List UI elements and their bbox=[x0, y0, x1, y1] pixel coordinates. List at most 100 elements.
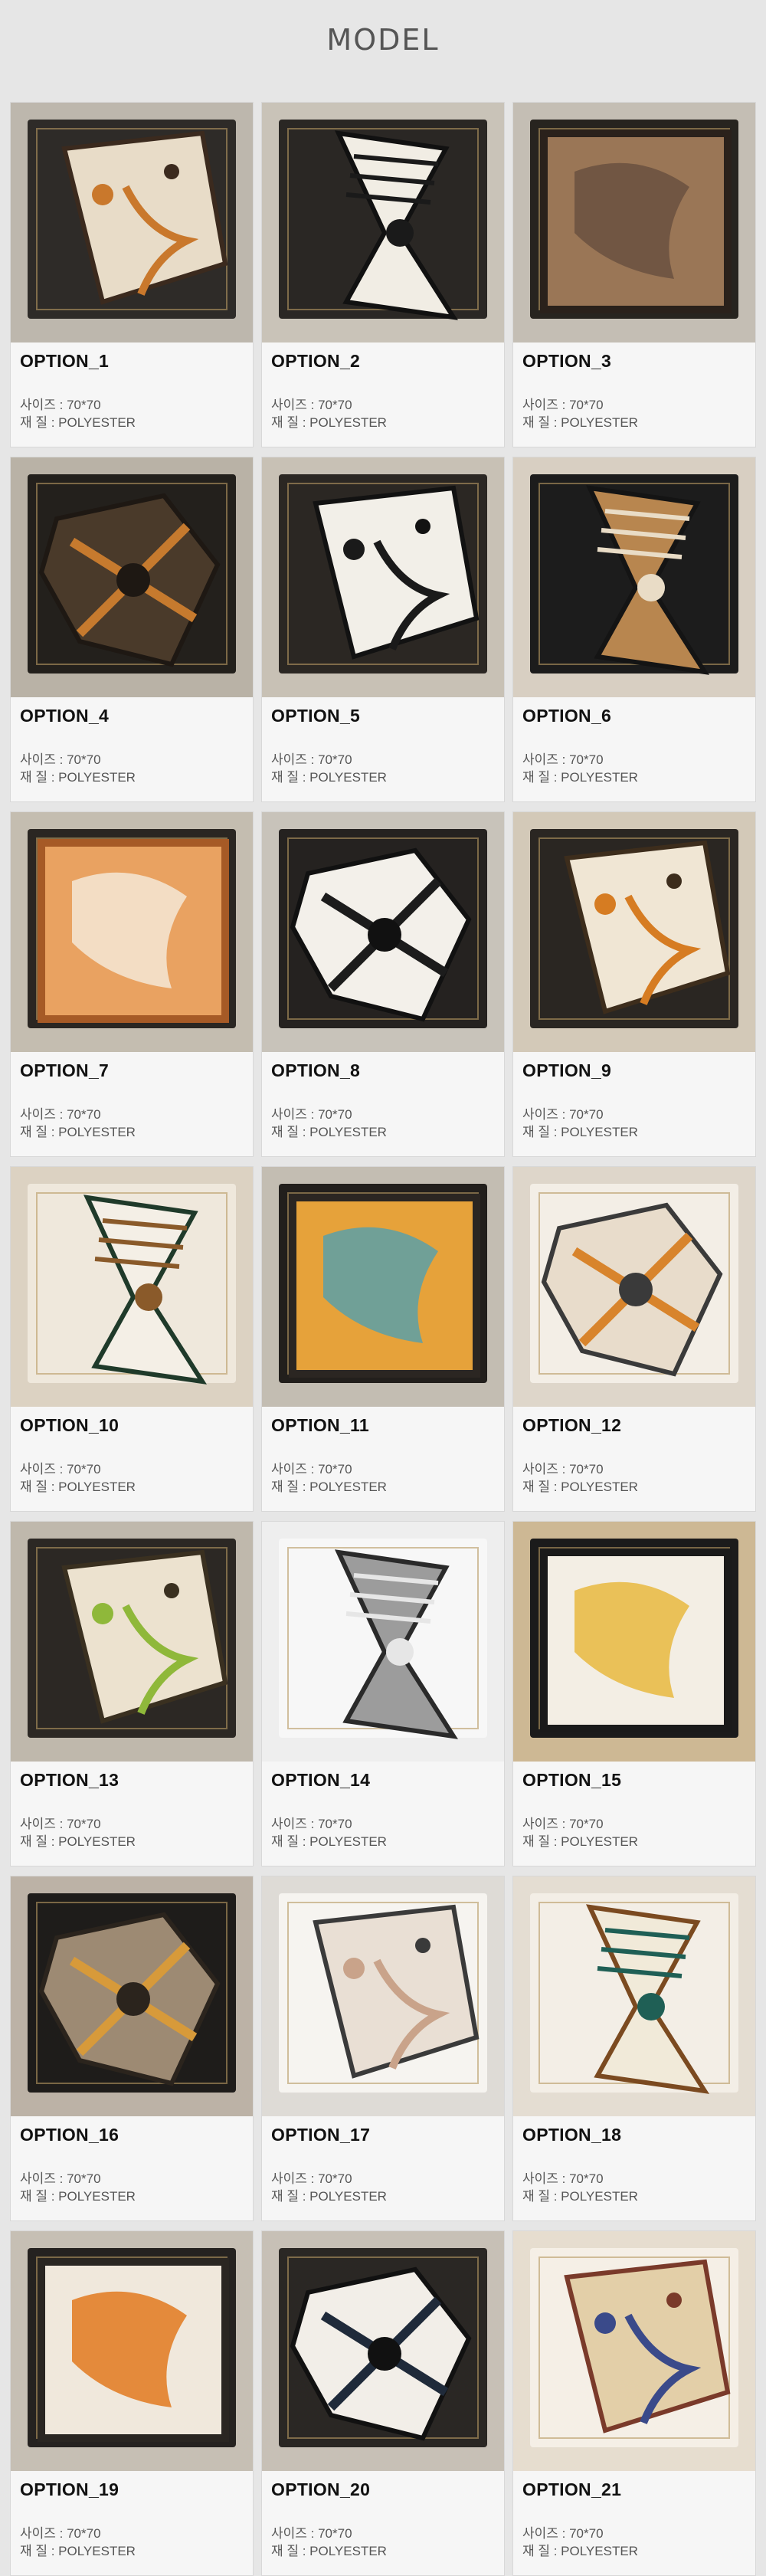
option-card[interactable]: OPTION_13 사이즈 : 70*70 재 질 : POLYESTER bbox=[10, 1521, 254, 1866]
section-title: MODEL bbox=[326, 23, 440, 57]
scarf-photo bbox=[11, 2231, 253, 2471]
option-card[interactable]: OPTION_10 사이즈 : 70*70 재 질 : POLYESTER bbox=[10, 1166, 254, 1512]
option-info: OPTION_20 사이즈 : 70*70 재 질 : POLYESTER bbox=[271, 2475, 496, 2560]
size-spec: 사이즈 : 70*70 bbox=[20, 1462, 101, 1476]
option-card[interactable]: OPTION_19 사이즈 : 70*70 재 질 : POLYESTER bbox=[10, 2230, 254, 2576]
option-card[interactable]: OPTION_4 사이즈 : 70*70 재 질 : POLYESTER bbox=[10, 457, 254, 802]
option-specs: 사이즈 : 70*70 재 질 : POLYESTER bbox=[271, 2170, 496, 2205]
option-card[interactable]: OPTION_8 사이즈 : 70*70 재 질 : POLYESTER bbox=[261, 811, 505, 1157]
option-label: OPTION_12 bbox=[522, 1415, 622, 1435]
option-info: OPTION_3 사이즈 : 70*70 재 질 : POLYESTER bbox=[522, 346, 748, 431]
size-spec: 사이즈 : 70*70 bbox=[271, 1107, 352, 1122]
scarf-photo bbox=[262, 103, 504, 342]
option-label: OPTION_13 bbox=[20, 1770, 119, 1790]
material-spec: 재 질 : POLYESTER bbox=[271, 2189, 387, 2204]
size-spec: 사이즈 : 70*70 bbox=[20, 752, 101, 767]
scarf-photo bbox=[11, 1167, 253, 1407]
option-specs: 사이즈 : 70*70 재 질 : POLYESTER bbox=[271, 1815, 496, 1850]
option-info: OPTION_4 사이즈 : 70*70 재 질 : POLYESTER bbox=[20, 701, 245, 786]
size-spec: 사이즈 : 70*70 bbox=[522, 398, 604, 412]
size-spec: 사이즈 : 70*70 bbox=[271, 1462, 352, 1476]
material-spec: 재 질 : POLYESTER bbox=[20, 2189, 136, 2204]
option-card[interactable]: OPTION_5 사이즈 : 70*70 재 질 : POLYESTER bbox=[261, 457, 505, 802]
size-spec: 사이즈 : 70*70 bbox=[522, 2526, 604, 2541]
option-specs: 사이즈 : 70*70 재 질 : POLYESTER bbox=[271, 1460, 496, 1496]
option-info: OPTION_2 사이즈 : 70*70 재 질 : POLYESTER bbox=[271, 346, 496, 431]
option-card[interactable]: OPTION_6 사이즈 : 70*70 재 질 : POLYESTER bbox=[512, 457, 756, 802]
option-specs: 사이즈 : 70*70 재 질 : POLYESTER bbox=[20, 2525, 245, 2560]
option-label: OPTION_15 bbox=[522, 1770, 622, 1790]
option-specs: 사이즈 : 70*70 재 질 : POLYESTER bbox=[20, 396, 245, 431]
option-card[interactable]: OPTION_3 사이즈 : 70*70 재 질 : POLYESTER bbox=[512, 102, 756, 447]
size-spec: 사이즈 : 70*70 bbox=[271, 1817, 352, 1831]
option-label: OPTION_17 bbox=[271, 2125, 371, 2145]
material-spec: 재 질 : POLYESTER bbox=[522, 1480, 638, 1494]
size-spec: 사이즈 : 70*70 bbox=[522, 2171, 604, 2186]
option-grid: OPTION_1 사이즈 : 70*70 재 질 : POLYESTER OPTIO… bbox=[10, 102, 756, 2576]
size-spec: 사이즈 : 70*70 bbox=[522, 1107, 604, 1122]
option-specs: 사이즈 : 70*70 재 질 : POLYESTER bbox=[522, 2525, 748, 2560]
material-spec: 재 질 : POLYESTER bbox=[522, 1125, 638, 1139]
option-label: OPTION_16 bbox=[20, 2125, 119, 2145]
material-spec: 재 질 : POLYESTER bbox=[271, 1125, 387, 1139]
option-info: OPTION_19 사이즈 : 70*70 재 질 : POLYESTER bbox=[20, 2475, 245, 2560]
option-card[interactable]: OPTION_17 사이즈 : 70*70 재 질 : POLYESTER bbox=[261, 1876, 505, 2221]
product-detail-page: MODEL OPTION_1 사이즈 : 70*70 재 질 : POLYESTER… bbox=[0, 0, 766, 2576]
option-card[interactable]: OPTION_16 사이즈 : 70*70 재 질 : POLYESTER bbox=[10, 1876, 254, 2221]
option-label: OPTION_6 bbox=[522, 706, 612, 726]
option-card[interactable]: OPTION_9 사이즈 : 70*70 재 질 : POLYESTER bbox=[512, 811, 756, 1157]
option-info: OPTION_15 사이즈 : 70*70 재 질 : POLYESTER bbox=[522, 1765, 748, 1850]
material-spec: 재 질 : POLYESTER bbox=[20, 770, 136, 785]
option-info: OPTION_6 사이즈 : 70*70 재 질 : POLYESTER bbox=[522, 701, 748, 786]
option-card[interactable]: OPTION_20 사이즈 : 70*70 재 질 : POLYESTER bbox=[261, 2230, 505, 2576]
option-card[interactable]: OPTION_18 사이즈 : 70*70 재 질 : POLYESTER bbox=[512, 1876, 756, 2221]
scarf-photo bbox=[513, 1522, 755, 1762]
option-label: OPTION_1 bbox=[20, 351, 110, 371]
scarf-photo bbox=[513, 2231, 755, 2471]
scarf-photo bbox=[11, 1876, 253, 2116]
scarf-photo bbox=[262, 812, 504, 1052]
option-specs: 사이즈 : 70*70 재 질 : POLYESTER bbox=[522, 751, 748, 786]
material-spec: 재 질 : POLYESTER bbox=[522, 415, 638, 430]
option-card[interactable]: OPTION_1 사이즈 : 70*70 재 질 : POLYESTER bbox=[10, 102, 254, 447]
size-spec: 사이즈 : 70*70 bbox=[20, 1817, 101, 1831]
option-info: OPTION_18 사이즈 : 70*70 재 질 : POLYESTER bbox=[522, 2120, 748, 2205]
material-spec: 재 질 : POLYESTER bbox=[20, 2544, 136, 2558]
option-card[interactable]: OPTION_7 사이즈 : 70*70 재 질 : POLYESTER bbox=[10, 811, 254, 1157]
option-card[interactable]: OPTION_14 사이즈 : 70*70 재 질 : POLYESTER bbox=[261, 1521, 505, 1866]
size-spec: 사이즈 : 70*70 bbox=[20, 2171, 101, 2186]
option-label: OPTION_14 bbox=[271, 1770, 371, 1790]
option-specs: 사이즈 : 70*70 재 질 : POLYESTER bbox=[522, 1106, 748, 1141]
option-info: OPTION_17 사이즈 : 70*70 재 질 : POLYESTER bbox=[271, 2120, 496, 2205]
material-spec: 재 질 : POLYESTER bbox=[522, 2544, 638, 2558]
scarf-photo bbox=[262, 2231, 504, 2471]
option-label: OPTION_7 bbox=[20, 1060, 110, 1080]
option-card[interactable]: OPTION_21 사이즈 : 70*70 재 질 : POLYESTER bbox=[512, 2230, 756, 2576]
option-specs: 사이즈 : 70*70 재 질 : POLYESTER bbox=[20, 751, 245, 786]
option-specs: 사이즈 : 70*70 재 질 : POLYESTER bbox=[271, 1106, 496, 1141]
scarf-photo bbox=[513, 457, 755, 697]
option-card[interactable]: OPTION_15 사이즈 : 70*70 재 질 : POLYESTER bbox=[512, 1521, 756, 1866]
option-specs: 사이즈 : 70*70 재 질 : POLYESTER bbox=[271, 2525, 496, 2560]
material-spec: 재 질 : POLYESTER bbox=[522, 770, 638, 785]
option-card[interactable]: OPTION_2 사이즈 : 70*70 재 질 : POLYESTER bbox=[261, 102, 505, 447]
size-spec: 사이즈 : 70*70 bbox=[522, 1462, 604, 1476]
material-spec: 재 질 : POLYESTER bbox=[271, 415, 387, 430]
option-specs: 사이즈 : 70*70 재 질 : POLYESTER bbox=[20, 1106, 245, 1141]
option-card[interactable]: OPTION_11 사이즈 : 70*70 재 질 : POLYESTER bbox=[261, 1166, 505, 1512]
material-spec: 재 질 : POLYESTER bbox=[271, 1834, 387, 1849]
option-label: OPTION_5 bbox=[271, 706, 361, 726]
size-spec: 사이즈 : 70*70 bbox=[20, 1107, 101, 1122]
option-label: OPTION_3 bbox=[522, 351, 612, 371]
option-info: OPTION_21 사이즈 : 70*70 재 질 : POLYESTER bbox=[522, 2475, 748, 2560]
option-label: OPTION_20 bbox=[271, 2479, 371, 2499]
option-card[interactable]: OPTION_12 사이즈 : 70*70 재 질 : POLYESTER bbox=[512, 1166, 756, 1512]
scarf-photo bbox=[513, 812, 755, 1052]
scarf-photo bbox=[262, 1876, 504, 2116]
option-label: OPTION_9 bbox=[522, 1060, 612, 1080]
material-spec: 재 질 : POLYESTER bbox=[271, 770, 387, 785]
option-label: OPTION_11 bbox=[271, 1415, 369, 1435]
option-specs: 사이즈 : 70*70 재 질 : POLYESTER bbox=[522, 396, 748, 431]
option-info: OPTION_16 사이즈 : 70*70 재 질 : POLYESTER bbox=[20, 2120, 245, 2205]
option-info: OPTION_11 사이즈 : 70*70 재 질 : POLYESTER bbox=[271, 1411, 496, 1496]
